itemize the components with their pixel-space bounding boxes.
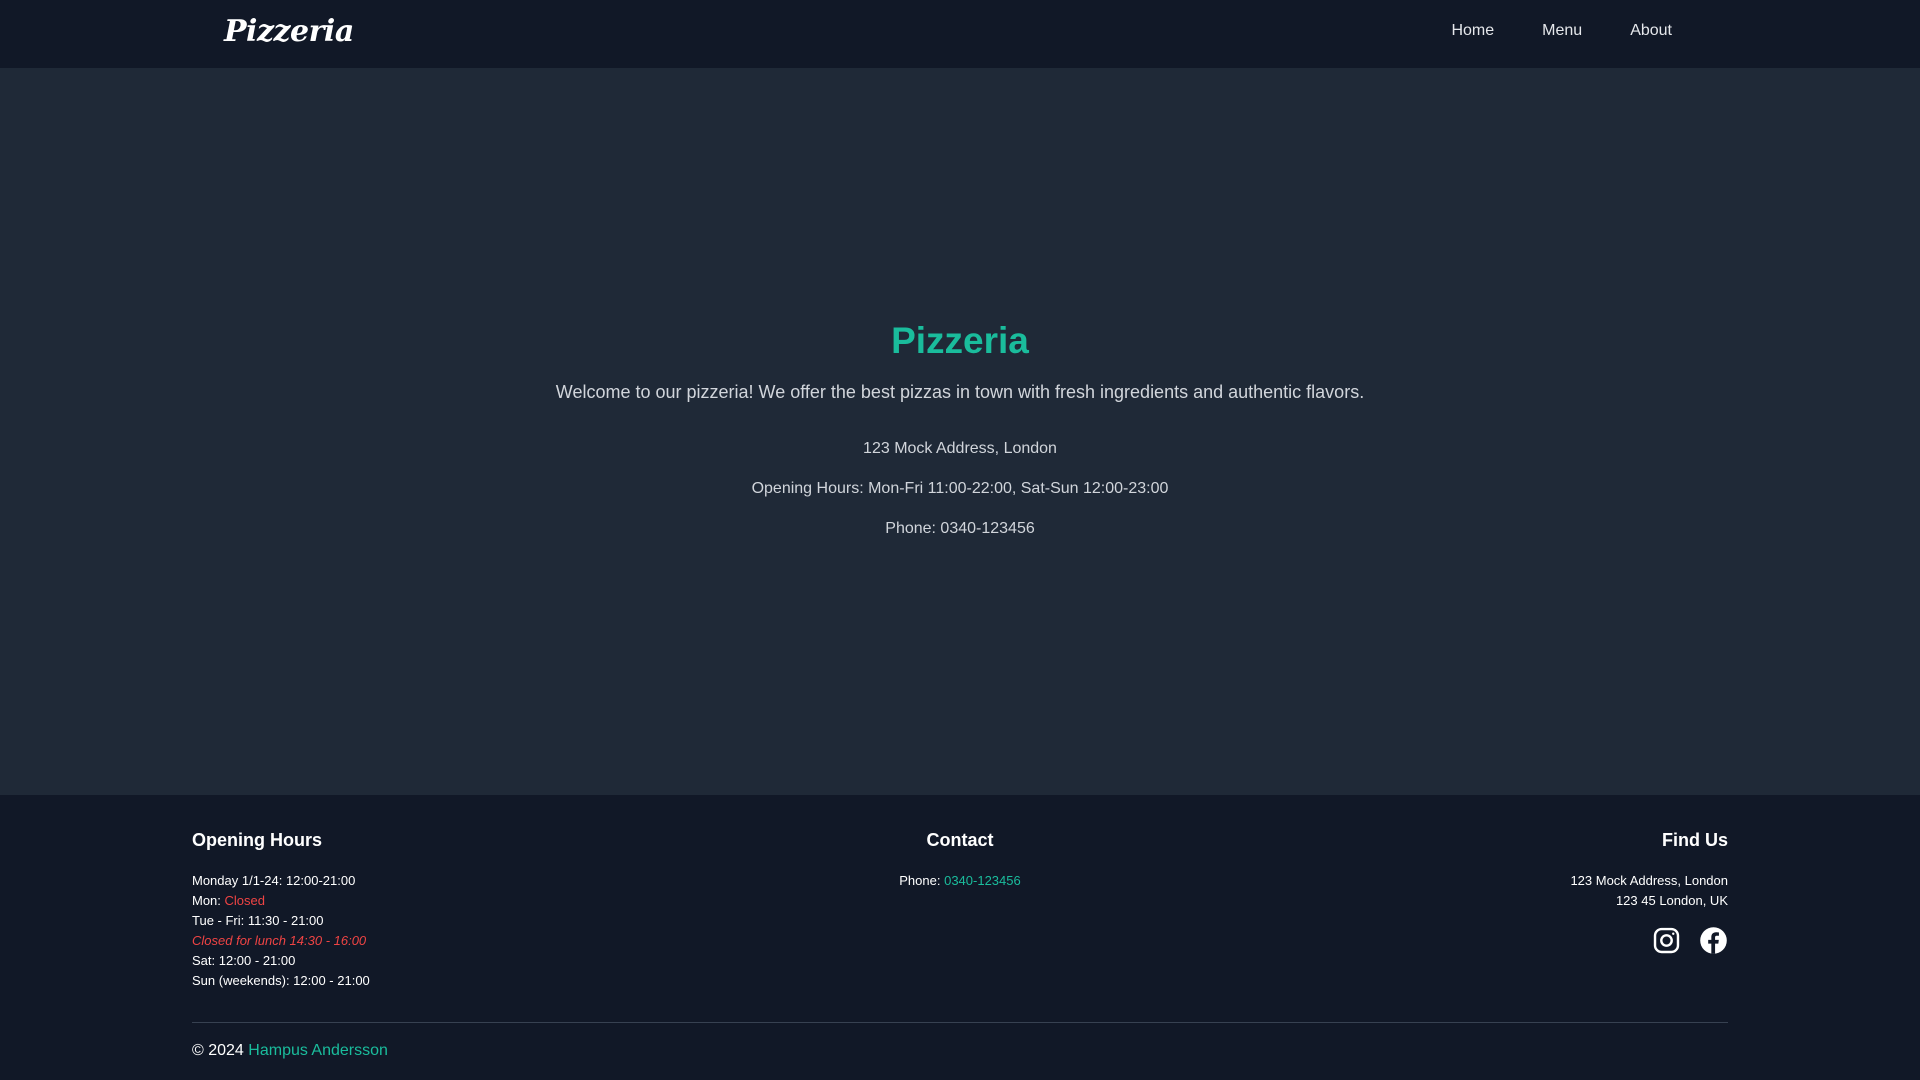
- copyright: © 2024 Hampus Andersson: [192, 1042, 388, 1060]
- social-links: [1652, 926, 1728, 955]
- contact-heading: Contact: [926, 830, 994, 850]
- instagram-icon[interactable]: [1652, 926, 1681, 955]
- hero-opening-hours: Opening Hours: Mon-Fri 11:00-22:00, Sat-…: [751, 480, 1169, 497]
- hero-address: 123 Mock Address, London: [863, 440, 1057, 457]
- lunch-closure-note: Closed for lunch 14:30 - 16:00: [192, 933, 367, 948]
- contact-phone-link[interactable]: 0340-123456: [944, 873, 1021, 888]
- nav-home-link[interactable]: Home: [1451, 22, 1494, 40]
- hero-description: Welcome to our pizzeria! We offer the be…: [555, 382, 1365, 402]
- site-logo[interactable]: Pizzeria: [224, 14, 354, 49]
- hours-line-monday: Mon: Closed: [192, 891, 370, 911]
- closed-status: Closed: [224, 893, 265, 908]
- find-us-address: 123 Mock Address, London 123 45 London, …: [1570, 871, 1728, 911]
- site-footer: Opening Hours Monday 1/1-24: 12:00-21:00…: [0, 795, 1920, 1080]
- hero-title: Pizzeria: [891, 320, 1029, 361]
- hero-section: Pizzeria Welcome to our pizzeria! We off…: [0, 68, 1920, 795]
- footer-divider: [192, 1022, 1728, 1023]
- nav-menu-link[interactable]: Menu: [1542, 22, 1582, 40]
- address-line: 123 Mock Address, London: [1570, 873, 1728, 888]
- hero-phone: Phone: 0340-123456: [885, 520, 1035, 537]
- hours-line: Tue - Fri: 11:30 - 21:00: [192, 913, 324, 928]
- hours-line: Sun (weekends): 12:00 - 21:00: [192, 973, 370, 988]
- contact-phone-label: Phone:: [899, 873, 945, 888]
- address-line: 123 45 London, UK: [1615, 893, 1728, 908]
- copyright-prefix: © 2024: [192, 1042, 249, 1059]
- main-nav: Home Menu About: [1451, 22, 1672, 40]
- find-us-heading: Find Us: [1662, 830, 1728, 850]
- hours-line: Sat: 12:00 - 21:00: [192, 953, 296, 968]
- facebook-icon[interactable]: [1699, 926, 1728, 955]
- nav-about-link[interactable]: About: [1630, 22, 1672, 40]
- author-link[interactable]: Hampus Andersson: [248, 1042, 388, 1059]
- hours-mon-label: Mon:: [192, 893, 225, 908]
- top-navbar: Pizzeria Home Menu About: [0, 0, 1920, 68]
